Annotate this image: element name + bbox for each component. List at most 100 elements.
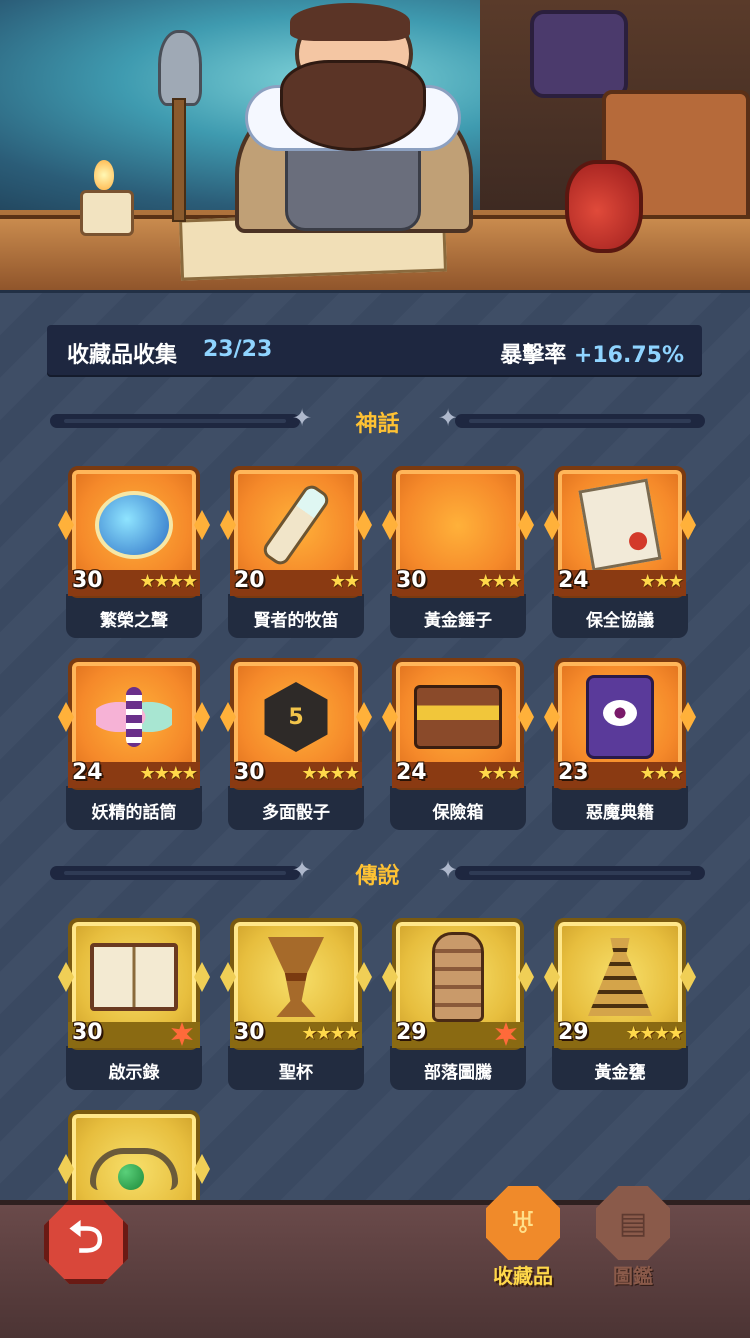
candle (80, 190, 134, 236)
section-header-mythic: ✦ 神話 ✦ (50, 404, 705, 437)
item-level: 29 (396, 1020, 427, 1045)
collectible-card[interactable]: 23 ★★★ 惡魔典籍 (544, 658, 696, 830)
star-rating: ★★ (329, 571, 360, 592)
star-icon: ★ (491, 571, 508, 592)
item-name: 聖杯 (279, 1063, 313, 1083)
book-icon (90, 943, 178, 1011)
star-rating: ★★★ (478, 571, 522, 592)
star-icon: ★ (639, 571, 656, 592)
collectible-card[interactable]: 24 ★★★★ 妖精的話筒 (58, 658, 210, 830)
collectible-card[interactable]: 30 ★★★ 黃金錘子 (382, 466, 534, 638)
item-name: 保全協議 (586, 611, 654, 631)
star-icon: ★ (329, 1023, 346, 1044)
candle-flame (94, 160, 114, 190)
level-bar: 30 (68, 1020, 200, 1048)
treasure-box-icon (414, 685, 502, 749)
level-bar: 30 ★★★★ (68, 568, 200, 596)
star-icon: ★ (343, 1023, 360, 1044)
star-icon: ★ (491, 763, 508, 784)
item-level: 24 (72, 760, 103, 785)
item-name: 黃金甕 (594, 1063, 646, 1083)
star-icon: ★ (167, 763, 184, 784)
tab-collection-label: 收藏品 (493, 1264, 553, 1288)
star-icon: ★ (315, 1023, 332, 1044)
collectible-card[interactable]: 29 ★★★★ 黃金甕 (544, 918, 696, 1090)
collection-panel: 收藏品收集 23/23 暴擊率 +16.75% ✦ 神話 ✦ 30 ★★★★ 繁榮之… (0, 290, 750, 1242)
star-icon: ★ (329, 571, 346, 592)
collectible-card[interactable]: 30 啟示錄 (58, 918, 210, 1090)
back-arrow-icon: ⮌ (68, 1211, 104, 1263)
star-rating: ★★★ (639, 763, 684, 784)
item-name: 賢者的牧笛 (253, 611, 339, 631)
collectible-card[interactable]: 29 部落圖騰 (382, 918, 534, 1090)
hammer-icon (423, 485, 493, 565)
level-bar: 29 ★★★★ (554, 1020, 686, 1048)
burst-star-icon (171, 1022, 193, 1046)
star-rating: ★★★★ (139, 571, 198, 592)
item-name: 惡魔典籍 (586, 803, 654, 823)
star-icon: ★ (181, 763, 198, 784)
star-icon: ★ (667, 1023, 684, 1044)
level-bar: 24 ★★★ (554, 568, 686, 596)
item-name: 黃金錘子 (424, 611, 492, 631)
collectible-card[interactable]: 30 ★★★★ 聖杯 (220, 918, 372, 1090)
item-level: 30 (72, 568, 103, 593)
collectible-card[interactable]: 5 30 ★★★★ 多面骰子 (220, 658, 372, 830)
tab-codex-label: 圖鑑 (613, 1264, 653, 1288)
star-icon: ★ (505, 571, 522, 592)
collectible-card[interactable]: 24 ★★★ 保險箱 (382, 658, 534, 830)
level-bar: 20 ★★ (230, 568, 362, 596)
collection-summary: 收藏品收集 23/23 暴擊率 +16.75% (47, 325, 702, 377)
item-level: 24 (396, 760, 427, 785)
dice-icon: 5 (264, 682, 328, 752)
star-icon: ★ (329, 763, 346, 784)
tribal-mask-decoration (530, 10, 628, 98)
star-icon: ★ (505, 763, 522, 784)
header-illustration (0, 0, 750, 290)
collectible-card[interactable]: 30 ★★★★ 繁榮之聲 (58, 466, 210, 638)
level-bar: 30 ★★★★ (230, 760, 362, 788)
level-bar: 23 ★★★ (554, 760, 686, 788)
star-icon: ★ (301, 763, 317, 784)
item-level: 30 (234, 1020, 265, 1045)
lyre-icon: ♅ (486, 1186, 560, 1260)
clover-ring-icon (90, 1148, 178, 1190)
star-icon: ★ (139, 763, 155, 784)
dwarf-shopkeeper (235, 3, 473, 233)
crit-rate-label: 暴擊率 (500, 343, 567, 368)
item-name: 部落圖騰 (424, 1063, 492, 1083)
shovel (158, 30, 202, 222)
star-icon: ★ (139, 571, 155, 592)
star-rating: ★★★★ (625, 1023, 684, 1044)
tab-collection[interactable]: ♅ 收藏品 (468, 1186, 578, 1296)
item-level: 30 (234, 760, 265, 785)
fairy-mic-icon (96, 687, 172, 747)
star-icon: ★ (315, 763, 332, 784)
flute-icon (259, 481, 333, 569)
grail-icon (268, 937, 324, 1017)
star-icon: ★ (153, 763, 170, 784)
star-icon: ★ (667, 571, 684, 592)
star-icon: ★ (167, 571, 184, 592)
item-level: 24 (558, 568, 589, 593)
item-name: 保險箱 (432, 803, 484, 823)
star-icon: ★ (625, 1023, 641, 1044)
totem-icon (432, 932, 484, 1022)
collectible-card[interactable]: 20 ★★ 賢者的牧笛 (220, 466, 372, 638)
item-name: 多面骰子 (262, 803, 330, 823)
star-icon: ★ (301, 1023, 317, 1044)
star-icon: ★ (653, 763, 670, 784)
collectible-card[interactable]: 24 ★★★ 保全協議 (544, 466, 696, 638)
star-icon: ★ (343, 571, 360, 592)
item-name: 妖精的話筒 (91, 803, 177, 823)
contract-icon (578, 478, 662, 572)
level-bar: 29 (392, 1020, 524, 1048)
item-name: 啟示錄 (108, 1063, 160, 1083)
level-bar: 30 ★★★★ (230, 1020, 362, 1048)
star-icon: ★ (639, 763, 656, 784)
burst-star-icon (495, 1022, 517, 1046)
tab-codex[interactable]: ▤ 圖鑑 (578, 1186, 688, 1296)
item-name: 繁榮之聲 (100, 611, 168, 631)
red-potion (565, 160, 643, 253)
crit-rate-value: +16.75% (573, 343, 684, 368)
